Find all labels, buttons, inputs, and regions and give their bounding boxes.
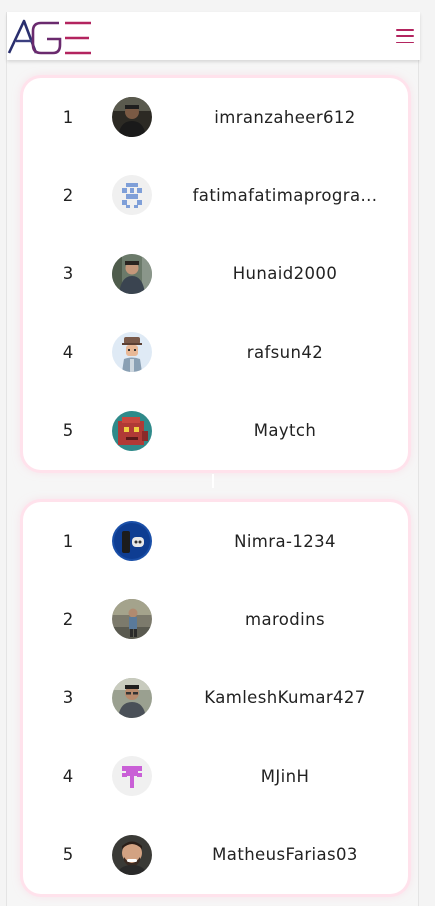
user-photo-icon: [112, 253, 152, 294]
rank-number: 2: [62, 610, 74, 630]
username[interactable]: Hunaid2000: [175, 235, 395, 313]
leaderboard-row[interactable]: 1 Nimra-1234: [23, 502, 408, 580]
username[interactable]: Maytch: [175, 392, 395, 470]
navbar: [7, 12, 420, 60]
rank-number: 5: [62, 421, 74, 441]
avatar[interactable]: [112, 599, 152, 640]
menu-line: [396, 35, 414, 37]
rank-number: 1: [62, 531, 74, 551]
username-text: Nimra-1234: [234, 531, 336, 551]
rank-number: 2: [62, 186, 74, 206]
leaderboard-card: 1 imranzaheer612 2 fatimafatimaprogra...…: [23, 78, 408, 470]
leaderboard-row[interactable]: 1 imranzaheer612: [23, 78, 408, 156]
username-text: rafsun42: [246, 342, 324, 362]
avatar[interactable]: [112, 175, 152, 216]
rank-number: 5: [62, 845, 74, 865]
username-text: imranzaheer612: [214, 107, 356, 127]
username[interactable]: KamleshKumar427: [175, 659, 395, 737]
username[interactable]: marodins: [175, 580, 395, 658]
username[interactable]: imranzaheer612: [175, 78, 395, 156]
username[interactable]: fatimafatimaprogra...: [175, 156, 395, 234]
age-logo[interactable]: [7, 15, 95, 57]
leaderboard-row[interactable]: 2 fatimafatimaprogra...: [23, 156, 408, 234]
username-text: Hunaid2000: [232, 264, 338, 284]
rank-number: 3: [62, 688, 74, 708]
leaderboard-card: 1 Nimra-1234 2 marodins 3 KamleshKumar42…: [23, 502, 408, 894]
app-frame: 1 imranzaheer612 2 fatimafatimaprogra...…: [6, 12, 420, 906]
cartoon-avatar-icon: [112, 332, 152, 373]
username-text: fatimafatimaprogra...: [192, 186, 378, 206]
avatar[interactable]: [112, 410, 152, 451]
leaderboard-row[interactable]: 3 KamleshKumar427: [23, 659, 408, 737]
avatar[interactable]: [112, 253, 152, 294]
identicon-icon: [112, 756, 152, 797]
username-text: MJinH: [260, 766, 310, 786]
rank-number: 4: [62, 766, 74, 786]
avatar[interactable]: [112, 97, 152, 137]
username[interactable]: Nimra-1234: [175, 502, 395, 580]
username[interactable]: MatheusFarias03: [175, 816, 395, 894]
leaderboard-row[interactable]: 4 rafsun42: [23, 313, 408, 391]
hamburger-menu-icon[interactable]: [396, 26, 414, 46]
identicon-icon: [112, 175, 152, 216]
rank-number: 1: [62, 107, 74, 127]
user-photo-icon: [112, 834, 152, 875]
menu-line: [396, 29, 414, 31]
leaderboard-row[interactable]: 2 marodins: [23, 580, 408, 658]
leaderboard-row[interactable]: 4 MJinH: [23, 737, 408, 815]
username-text: Maytch: [253, 421, 317, 441]
avatar[interactable]: [112, 756, 152, 797]
rank-number: 4: [62, 342, 74, 362]
username-text: KamleshKumar427: [204, 688, 366, 708]
username-text: marodins: [244, 610, 325, 630]
menu-line: [396, 41, 414, 43]
user-photo-icon: [112, 599, 152, 640]
leaderboard-row[interactable]: 5 MatheusFarias03: [23, 816, 408, 894]
avatar[interactable]: [112, 677, 152, 718]
avatar[interactable]: [112, 521, 152, 561]
card-divider: [212, 474, 214, 488]
console-avatar-icon: [112, 521, 152, 561]
rank-number: 3: [62, 264, 74, 284]
user-photo-icon: [112, 677, 152, 718]
pixel-avatar-icon: [112, 410, 152, 451]
username-text: MatheusFarias03: [212, 845, 358, 865]
avatar[interactable]: [112, 834, 152, 875]
user-photo-icon: [112, 97, 152, 137]
leaderboard-row[interactable]: 5 Maytch: [23, 392, 408, 470]
age-logo-icon: [7, 19, 91, 55]
username[interactable]: rafsun42: [175, 313, 395, 391]
username[interactable]: MJinH: [175, 737, 395, 815]
avatar[interactable]: [112, 332, 152, 373]
leaderboard-row[interactable]: 3 Hunaid2000: [23, 235, 408, 313]
